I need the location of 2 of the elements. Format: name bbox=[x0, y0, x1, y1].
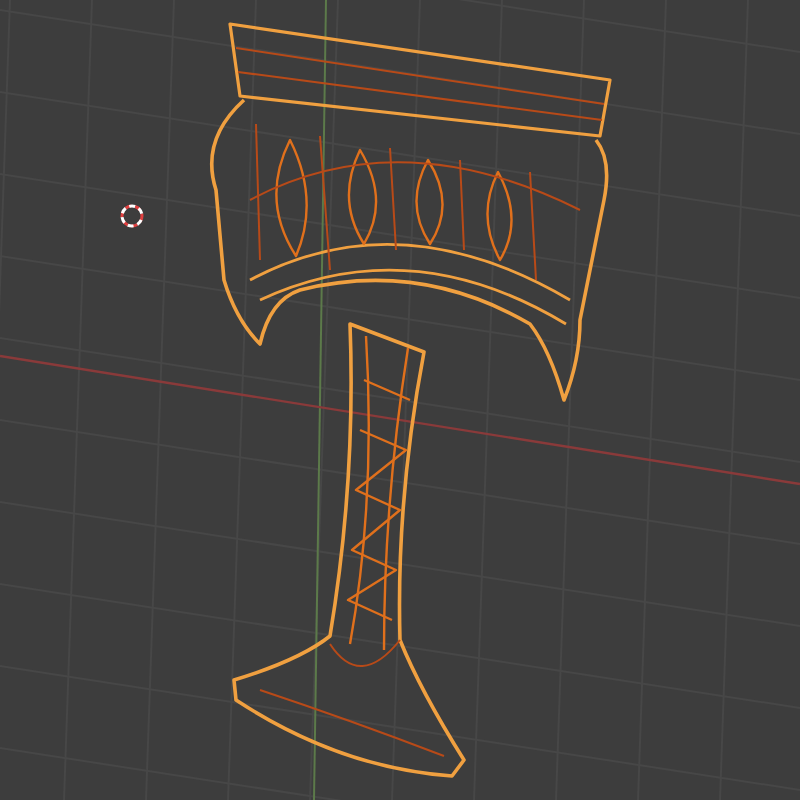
hammer-mesh-drawing[interactable] bbox=[210, 22, 612, 778]
3d-cursor-icon[interactable] bbox=[120, 204, 144, 228]
